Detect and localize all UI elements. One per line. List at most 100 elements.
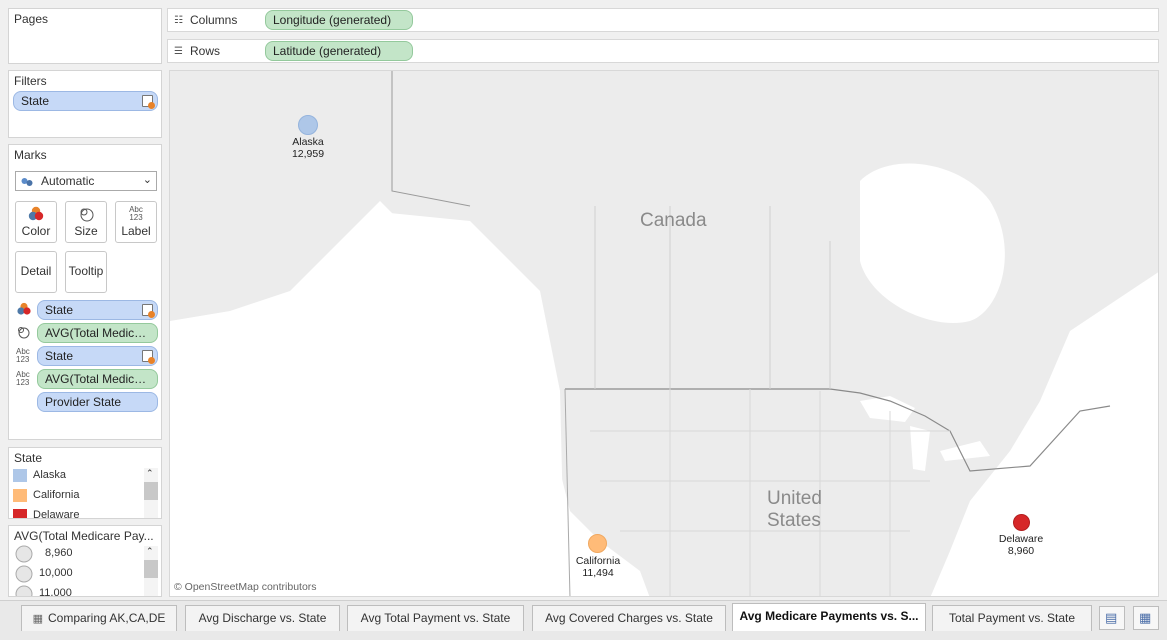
map-label-alaska: Alaska 12,959	[276, 136, 340, 160]
size-legend-title: AVG(Total Medicare Pay...	[14, 529, 154, 543]
legend-swatch	[13, 509, 27, 518]
columns-pill-label: Longitude (generated)	[273, 13, 392, 27]
map-label-california: California 11,494	[566, 555, 630, 579]
legend-swatch	[13, 469, 27, 482]
marks-field-avg-size[interactable]: AVG(Total Medicar..	[37, 323, 158, 343]
rows-label-text: Rows	[190, 44, 221, 58]
label-encoding-icon: Abc 123	[16, 347, 30, 364]
marks-field-provider-state[interactable]: Provider State	[37, 392, 158, 412]
scroll-thumb[interactable]	[144, 560, 158, 578]
map-label-delaware: Delaware 8,960	[989, 533, 1053, 557]
map-point-delaware[interactable]	[1013, 514, 1030, 531]
detail-button-label: Detail	[20, 264, 52, 278]
marks-title: Marks	[14, 148, 47, 162]
size-legend-card[interactable]: AVG(Total Medicare Pay... 8,960 10,000 1…	[8, 525, 162, 597]
tab-comparing-ak-ca-de[interactable]: ▦ Comparing AK,CA,DE	[21, 605, 177, 631]
mark-type-select[interactable]: Automatic ⌄	[15, 171, 157, 191]
color-button[interactable]: Color	[15, 201, 57, 243]
state-legend-card[interactable]: State Alaska California Delaware ⌃	[8, 447, 162, 519]
pages-card[interactable]: Pages	[8, 8, 162, 64]
new-sheet-icon: ▤	[1105, 610, 1118, 625]
abc-123-icon: Abc 123	[129, 205, 143, 222]
columns-shelf-label: ☷ Columns	[174, 13, 237, 27]
scroll-up-icon[interactable]: ⌃	[146, 468, 154, 479]
rows-pill-label: Latitude (generated)	[273, 44, 382, 58]
mark-type-icon	[21, 176, 33, 186]
marks-field-label: AVG(Total Medicar..	[45, 326, 151, 340]
country-label-united-states: United States	[767, 488, 822, 532]
size-legend-label: 11,000	[39, 587, 72, 597]
size-button[interactable]: Size	[65, 201, 107, 243]
filter-pill-state[interactable]: State	[13, 91, 158, 111]
marks-card[interactable]: Marks Automatic ⌄ Color Size Abc 123 Labe…	[8, 144, 162, 440]
legend-scrollbar[interactable]: ⌃	[144, 468, 158, 518]
size-circle-icon	[15, 545, 33, 563]
detail-button[interactable]: Detail	[15, 251, 57, 293]
tab-avg-medicare-payments[interactable]: Avg Medicare Payments vs. S...	[732, 603, 926, 631]
tab-avg-covered-charges[interactable]: Avg Covered Charges vs. State	[532, 605, 726, 631]
size-legend-scrollbar[interactable]: ⌃	[144, 546, 158, 596]
size-icon	[66, 206, 106, 224]
color-icon	[16, 206, 56, 224]
country-label-line: United	[767, 488, 822, 509]
filter-pill-label: State	[21, 94, 50, 108]
size-circle-icon	[15, 565, 33, 583]
marks-field-state-color[interactable]: State	[37, 300, 158, 320]
size-circle-icon	[15, 585, 33, 596]
tooltip-button-label: Tooltip	[68, 264, 104, 278]
size-legend-label: 8,960	[45, 547, 73, 559]
new-dashboard-icon: ▦	[1139, 610, 1152, 625]
tab-label: Total Payment vs. State	[948, 611, 1076, 625]
point-state: Delaware	[998, 533, 1044, 545]
columns-pill-longitude[interactable]: Longitude (generated)	[265, 10, 413, 30]
columns-shelf[interactable]: ☷ Columns Longitude (generated)	[167, 8, 1159, 32]
state-legend-title: State	[14, 451, 43, 465]
color-encoding-icon	[16, 302, 32, 318]
scroll-thumb[interactable]	[144, 482, 158, 500]
tab-total-payment[interactable]: Total Payment vs. State	[932, 605, 1092, 631]
label-button[interactable]: Abc 123 Label	[115, 201, 157, 243]
marks-field-label: AVG(Total Medicar..	[45, 372, 151, 386]
filters-card[interactable]: Filters State	[8, 70, 162, 138]
tab-label: Avg Total Payment vs. State	[360, 611, 511, 625]
map-view[interactable]: Canada United States Alaska 12,959 Calif…	[169, 70, 1159, 597]
map-attribution[interactable]: © OpenStreetMap contributors	[174, 581, 317, 593]
map-point-california[interactable]	[588, 534, 607, 553]
marks-field-state-label[interactable]: State	[37, 346, 158, 366]
country-label-line: States	[767, 510, 821, 531]
dimension-filter-icon	[142, 304, 155, 318]
new-worksheet-button[interactable]: ▤	[1099, 606, 1125, 630]
point-state: Alaska	[292, 136, 324, 148]
tab-avg-total-payment[interactable]: Avg Total Payment vs. State	[347, 605, 524, 631]
rows-shelf[interactable]: ☰ Rows Latitude (generated)	[167, 39, 1159, 63]
columns-icon: ☷	[174, 15, 183, 26]
sheet-grid-icon: ▦	[32, 613, 43, 625]
legend-label: Delaware	[33, 509, 80, 519]
rows-icon: ☰	[174, 46, 183, 57]
tooltip-button[interactable]: Tooltip	[65, 251, 107, 293]
country-label-canada: Canada	[640, 210, 707, 231]
legend-swatch	[13, 489, 27, 502]
tab-label: Avg Medicare Payments vs. S...	[739, 609, 919, 623]
map-point-alaska[interactable]	[298, 115, 318, 135]
mark-type-value: Automatic	[41, 174, 95, 188]
marks-field-avg-label[interactable]: AVG(Total Medicar..	[37, 369, 158, 389]
label-button-label: Label	[121, 224, 151, 238]
point-value: 8,960	[1007, 545, 1035, 557]
tab-label: Avg Covered Charges vs. State	[545, 611, 713, 625]
tab-avg-discharge[interactable]: Avg Discharge vs. State	[185, 605, 340, 631]
marks-field-label: State	[45, 303, 74, 317]
point-value: 12,959	[291, 148, 325, 160]
rows-shelf-label: ☰ Rows	[174, 44, 220, 58]
new-dashboard-button[interactable]: ▦	[1133, 606, 1159, 630]
point-state: California	[575, 555, 621, 567]
size-legend-label: 10,000	[39, 567, 73, 579]
marks-field-label: State	[45, 349, 74, 363]
scroll-up-icon[interactable]: ⌃	[146, 546, 154, 557]
rows-pill-latitude[interactable]: Latitude (generated)	[265, 41, 413, 61]
marks-field-label: Provider State	[45, 395, 122, 409]
label-encoding-icon: Abc 123	[16, 370, 30, 387]
point-value: 11,494	[582, 567, 614, 579]
dimension-filter-icon	[142, 95, 155, 109]
dimension-filter-icon	[142, 350, 155, 364]
